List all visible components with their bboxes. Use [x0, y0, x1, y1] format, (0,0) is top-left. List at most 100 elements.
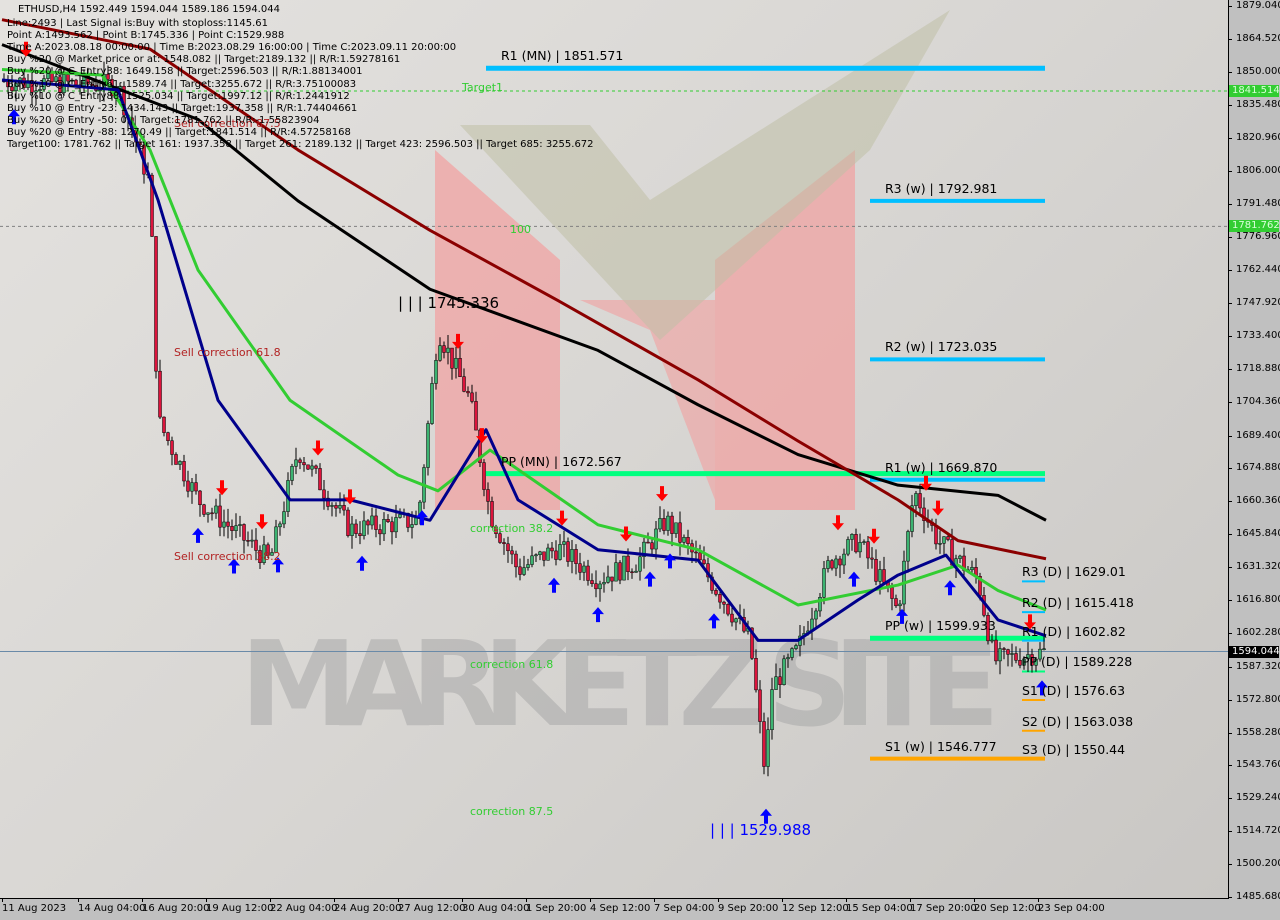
x-tick-mark — [2, 898, 3, 902]
chart-annotation: | | | 1529.988 — [710, 821, 812, 840]
candle-body — [718, 594, 722, 603]
y-tick-label: 1806.000 — [1236, 165, 1280, 177]
y-tick-label: 1820.960 — [1236, 131, 1280, 143]
candle-body — [294, 459, 298, 467]
chart-annotation: Sell correction 61.8 — [174, 345, 281, 359]
candle-body — [942, 536, 946, 544]
candle-body — [170, 440, 174, 455]
chart-annotation: Sell correction 38.2 — [174, 549, 281, 563]
candle-body — [174, 454, 178, 465]
candle-body — [306, 464, 310, 470]
candle-body — [578, 563, 582, 573]
y-tick-mark — [1228, 171, 1232, 173]
candle-body — [754, 658, 758, 691]
y-tick-mark — [1228, 501, 1232, 503]
candle-body — [510, 550, 514, 555]
pivot-level-label: R1 (w) | 1669.870 — [885, 459, 998, 475]
candle-body — [474, 401, 478, 431]
x-tick-mark — [654, 898, 655, 902]
candle-body — [782, 658, 786, 685]
y-tick-label: 1791.480 — [1236, 198, 1280, 210]
candle-body — [834, 558, 838, 569]
candle-body — [702, 559, 706, 564]
pivot-level-label: PP (D) | 1589.228 — [1022, 654, 1133, 670]
candle-body — [178, 461, 182, 465]
candle-body — [606, 576, 610, 583]
candle-body — [454, 358, 458, 369]
x-tick-label: 12 Sep 12:00 — [782, 903, 849, 914]
chart-annotation: correction 61.8 — [470, 658, 554, 672]
candle-body — [470, 392, 474, 402]
candle-body — [998, 648, 1002, 662]
candle-body — [446, 347, 450, 353]
candle-body — [434, 360, 438, 384]
candle-body — [634, 570, 638, 573]
candle-body — [242, 524, 246, 541]
candle-body — [670, 515, 674, 534]
candle-body — [558, 544, 562, 560]
info-line: Buy %20 @ Entry -88: 1270.49 || Target:1… — [7, 126, 351, 138]
candle-body — [610, 576, 614, 582]
x-tick-label: 19 Aug 12:00 — [206, 903, 274, 914]
y-tick-mark — [1228, 335, 1232, 337]
info-line: Buy %20 @ Market price or at: 1548.082 |… — [7, 54, 401, 66]
candle-body — [990, 639, 994, 642]
pivot-level-label: S2 (D) | 1563.038 — [1022, 713, 1134, 729]
candle-body — [202, 504, 206, 515]
pivot-level-label: PP (w) | 1599.933 — [885, 618, 996, 634]
candle-body — [550, 547, 554, 552]
y-tick-label: 1879.040 — [1236, 0, 1280, 11]
candle-body — [814, 610, 818, 620]
candle-body — [290, 466, 294, 481]
candle-body — [398, 514, 402, 518]
candle-body — [462, 376, 466, 392]
candle-body — [658, 518, 662, 530]
sell-arrow-icon — [868, 528, 880, 544]
candle-body — [822, 568, 826, 598]
y-tick-label: 1485.680 — [1236, 891, 1280, 902]
y-tick-label: 1602.280 — [1236, 626, 1280, 638]
candle-body — [538, 551, 542, 555]
x-tick-label: 1 Sep 20:00 — [526, 903, 587, 914]
y-tick-label: 1587.320 — [1236, 660, 1280, 672]
sell-arrow-icon — [932, 500, 944, 516]
candle-body — [506, 543, 510, 552]
candle-body — [466, 391, 470, 394]
candle-body — [1006, 649, 1010, 655]
y-tick-label: 1704.360 — [1236, 395, 1280, 407]
y-tick-label: 1543.760 — [1236, 759, 1280, 771]
candle-body — [534, 554, 538, 557]
candle-body — [566, 541, 570, 562]
candle-body — [758, 689, 762, 722]
y-tick-label: 1645.840 — [1236, 528, 1280, 540]
buy-arrow-icon — [944, 580, 956, 596]
candle-body — [730, 613, 734, 623]
buy-arrow-icon — [548, 577, 560, 593]
y-tick-mark — [1228, 270, 1232, 272]
candle-body — [562, 541, 566, 545]
x-tick-mark — [782, 898, 783, 902]
candle-body — [878, 569, 882, 582]
candle-body — [530, 555, 534, 565]
x-tick-mark — [462, 898, 463, 902]
candle-body — [526, 564, 530, 568]
candle-body — [898, 603, 902, 607]
candle-body — [874, 559, 878, 582]
candle-body — [618, 562, 622, 581]
candle-body — [790, 648, 794, 658]
candle-body — [686, 537, 690, 544]
y-tick-mark — [1228, 632, 1232, 634]
candle-body — [1014, 653, 1018, 661]
y-tick-mark — [1228, 534, 1232, 536]
candle-body — [278, 523, 282, 528]
x-tick-mark — [846, 898, 847, 902]
candle-body — [918, 493, 922, 509]
candle-body — [774, 676, 778, 690]
candle-body — [314, 465, 318, 469]
candle-body — [426, 423, 430, 468]
y-tick-mark — [1228, 831, 1232, 833]
candle-body — [590, 580, 594, 584]
candle-body — [994, 639, 998, 662]
y-tick-mark — [1228, 38, 1232, 40]
pivot-level-label: R1 (MN) | 1851.571 — [501, 48, 624, 64]
